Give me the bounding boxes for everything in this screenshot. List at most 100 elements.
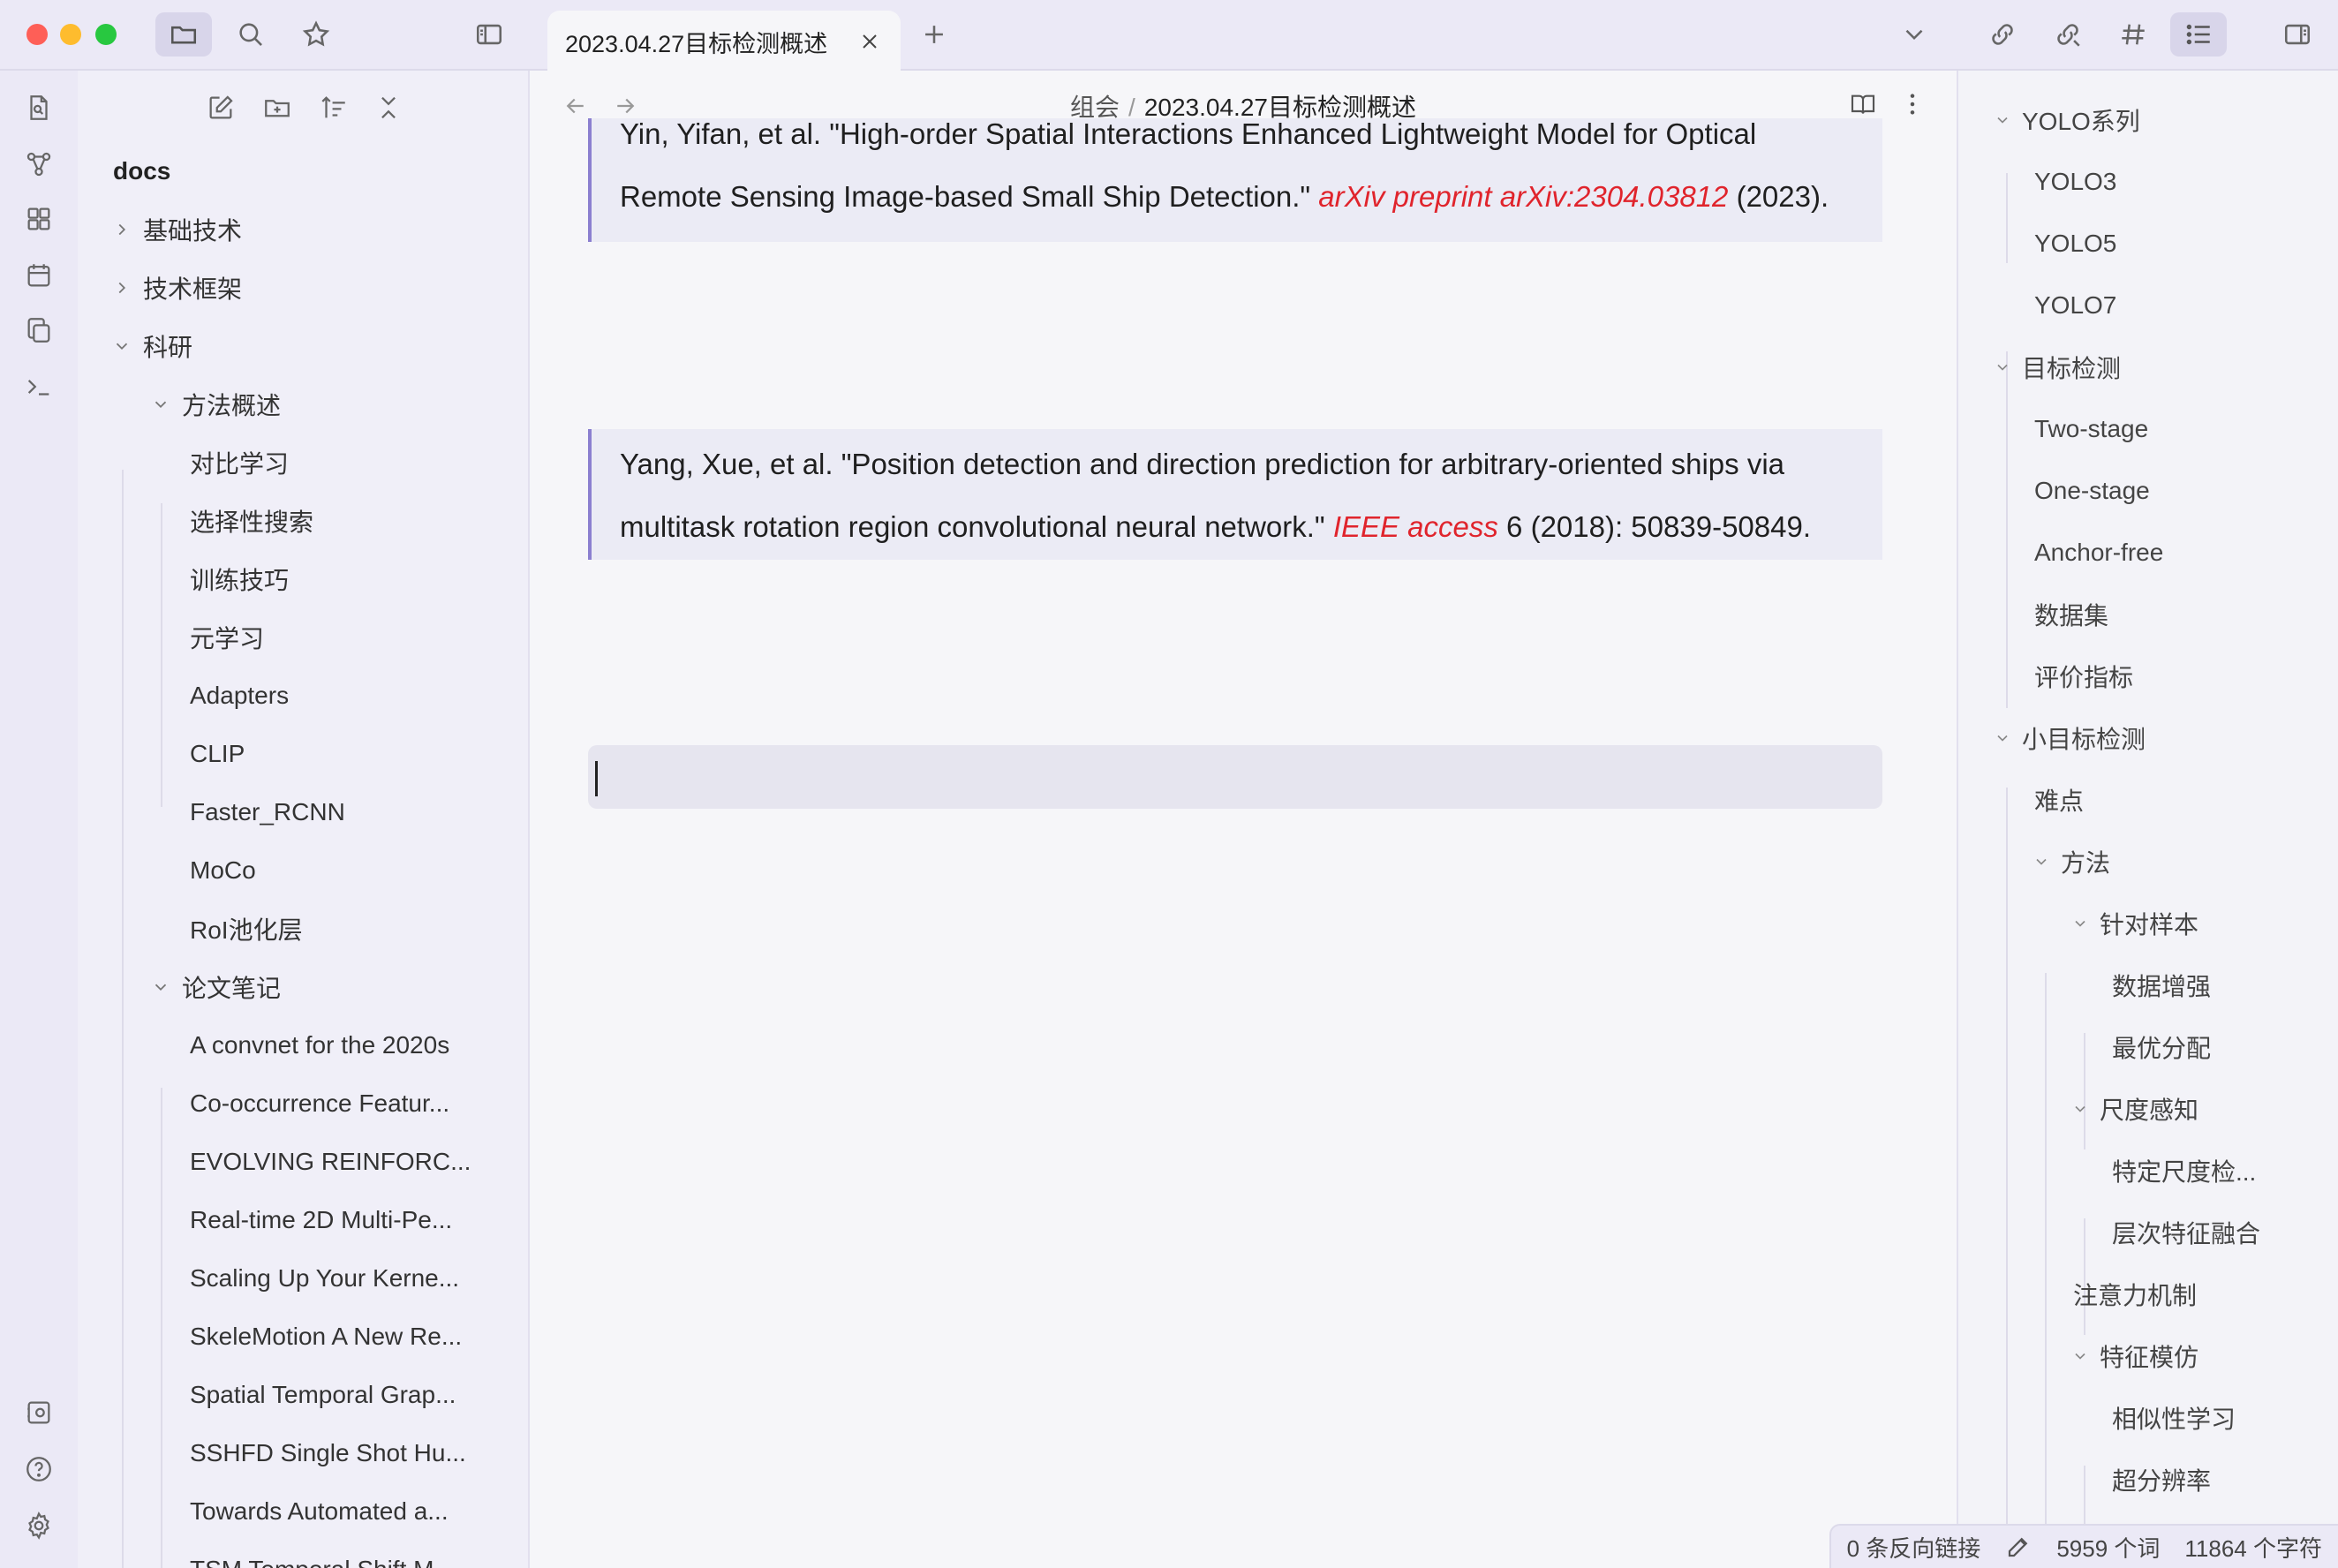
file-item[interactable]: Spatial Temporal Grap... [190, 1370, 456, 1420]
backlinks-count[interactable]: 0 条反向链接 [1847, 1531, 1981, 1564]
outline-heading[interactable]: 尺度感知 [2068, 1084, 2198, 1134]
pencil-icon[interactable] [2005, 1534, 2032, 1560]
file-item[interactable]: Adapters [190, 671, 289, 720]
outline-button[interactable] [2170, 12, 2227, 57]
settings-button[interactable] [19, 1506, 58, 1545]
outline-heading[interactable]: 层次特征融合 [2112, 1208, 2260, 1257]
tab-list-button[interactable] [1886, 12, 1942, 57]
file-item[interactable]: CLIP [190, 729, 245, 779]
outline-heading-label: 特定尺度检... [2112, 1158, 2257, 1186]
command-palette-button[interactable] [19, 367, 58, 406]
zoom-window-button[interactable] [95, 24, 117, 45]
tab-close-button[interactable] [856, 28, 883, 55]
edit-icon [209, 95, 233, 119]
outline-heading[interactable]: YOLO5 [2034, 219, 2116, 268]
open-quick-switcher-button[interactable] [19, 88, 58, 127]
tags-button[interactable] [2105, 12, 2161, 57]
outline-heading[interactable]: Two-stage [2034, 404, 2148, 454]
outline-heading-label: 注意力机制 [2073, 1282, 2198, 1309]
chevron-down-icon[interactable] [1990, 726, 2015, 750]
outline-heading[interactable]: Anchor-free [2034, 528, 2163, 577]
open-canvas-button[interactable] [19, 200, 58, 238]
folder-item[interactable]: 方法概述 [148, 380, 281, 429]
collapse-all-button[interactable] [369, 88, 408, 127]
search-button[interactable] [222, 12, 279, 57]
outline-heading[interactable]: 最优分配 [2112, 1022, 2211, 1072]
outline-heading[interactable]: 针对样本 [2068, 899, 2198, 948]
file-item[interactable]: 对比学习 [190, 438, 289, 487]
close-window-button[interactable] [26, 24, 48, 45]
outline-heading[interactable]: 评价指标 [2034, 652, 2133, 701]
outline-heading[interactable]: 目标检测 [1990, 343, 2121, 392]
outline-heading[interactable]: 注意力机制 [2073, 1270, 2197, 1319]
new-folder-button[interactable] [258, 88, 297, 127]
file-item[interactable]: 训练技巧 [190, 554, 289, 604]
book-open-icon [1851, 94, 1875, 114]
file-item[interactable]: EVOLVING REINFORC... [190, 1137, 471, 1187]
folder-item[interactable]: 基础技术 [109, 205, 242, 254]
file-item[interactable]: 元学习 [190, 613, 264, 662]
outline-heading[interactable]: 小目标检测 [1990, 713, 2146, 763]
outline-heading[interactable]: 特定尺度检... [2112, 1146, 2256, 1195]
citation-blockquote[interactable]: Yang, Xue, et al. "Position detection an… [588, 429, 1882, 560]
chevron-down-icon[interactable] [2068, 911, 2093, 936]
outline-heading[interactable]: 超分辨率 [2112, 1455, 2211, 1504]
chevron-down-icon[interactable] [1990, 355, 2015, 380]
sort-button[interactable] [314, 88, 353, 127]
outline-heading-label: 目标检测 [2022, 355, 2122, 382]
file-explorer-button[interactable] [155, 12, 212, 57]
outline-heading[interactable]: YOLO系列 [1990, 95, 2140, 145]
chevron-down-icon[interactable] [2029, 849, 2054, 874]
chevron-down-icon[interactable] [1990, 108, 2015, 132]
daily-note-button[interactable] [19, 256, 58, 295]
outline-heading[interactable]: 数据集 [2034, 590, 2108, 639]
chevron-down-icon[interactable] [2068, 1097, 2093, 1121]
new-note-button[interactable] [201, 88, 240, 127]
file-item[interactable]: RoI池化层 [190, 904, 303, 954]
file-item[interactable]: Real-time 2D Multi-Pe... [190, 1195, 452, 1245]
file-item[interactable]: Faster_RCNN [190, 788, 345, 837]
outline-heading[interactable]: 数据增强 [2112, 961, 2211, 1010]
outline-heading-label: YOLO3 [2034, 168, 2117, 195]
file-item[interactable]: 选择性搜索 [190, 496, 313, 546]
outgoing-links-button[interactable] [2040, 12, 2096, 57]
file-item[interactable]: TSM Temporal Shift M... [190, 1545, 455, 1568]
file-item[interactable]: MoCo [190, 846, 256, 895]
breadcrumb-file[interactable]: 2023.04.27目标检测概述 [1144, 94, 1416, 121]
toggle-left-sidebar-button[interactable] [461, 12, 517, 57]
active-editing-line[interactable] [588, 745, 1882, 809]
help-button[interactable] [19, 1450, 58, 1489]
outline-heading[interactable]: 相似性学习 [2112, 1393, 2236, 1443]
outline-heading[interactable]: YOLO3 [2034, 157, 2116, 207]
folder-item[interactable]: 科研 [109, 321, 192, 371]
gear-icon [28, 1511, 49, 1540]
more-options-button[interactable] [1893, 85, 1932, 124]
file-item[interactable]: A convnet for the 2020s [190, 1021, 449, 1070]
insert-template-button[interactable] [19, 311, 58, 350]
open-vault-button[interactable] [19, 1393, 58, 1432]
file-item[interactable]: SkeleMotion A New Re... [190, 1312, 462, 1361]
folder-item[interactable]: 论文笔记 [148, 962, 281, 1012]
toggle-right-sidebar-button[interactable] [2269, 12, 2326, 57]
file-item[interactable]: Towards Automated a... [190, 1487, 449, 1536]
folder-item[interactable]: 技术框架 [109, 263, 242, 313]
file-item[interactable]: SSHFD Single Shot Hu... [190, 1429, 466, 1478]
new-tab-button[interactable] [906, 12, 962, 57]
file-label: MoCo [190, 856, 256, 884]
backlinks-button[interactable] [1974, 12, 2031, 57]
quote-text: multitask rotation region convolutional … [620, 510, 1333, 543]
file-item[interactable]: Co-occurrence Featur... [190, 1079, 449, 1128]
open-graph-button[interactable] [19, 145, 58, 184]
outline-heading[interactable]: YOLO7 [2034, 281, 2116, 330]
outline-heading[interactable]: 方法 [2029, 837, 2110, 886]
outline-heading[interactable]: 特征模仿 [2068, 1331, 2198, 1381]
tab-active[interactable]: 2023.04.27目标检测概述 [547, 11, 901, 72]
chevron-down-icon[interactable] [2068, 1344, 2093, 1368]
outline-heading[interactable]: One-stage [2034, 466, 2150, 516]
breadcrumb-folder[interactable]: 组会 [1070, 94, 1120, 121]
citation-blockquote[interactable]: Yin, Yifan, et al. "High-order Spatial I… [588, 118, 1882, 242]
file-item[interactable]: Scaling Up Your Kerne... [190, 1254, 459, 1303]
bookmarks-button[interactable] [288, 12, 344, 57]
minimize-window-button[interactable] [60, 24, 81, 45]
outline-heading[interactable]: 难点 [2034, 775, 2084, 825]
